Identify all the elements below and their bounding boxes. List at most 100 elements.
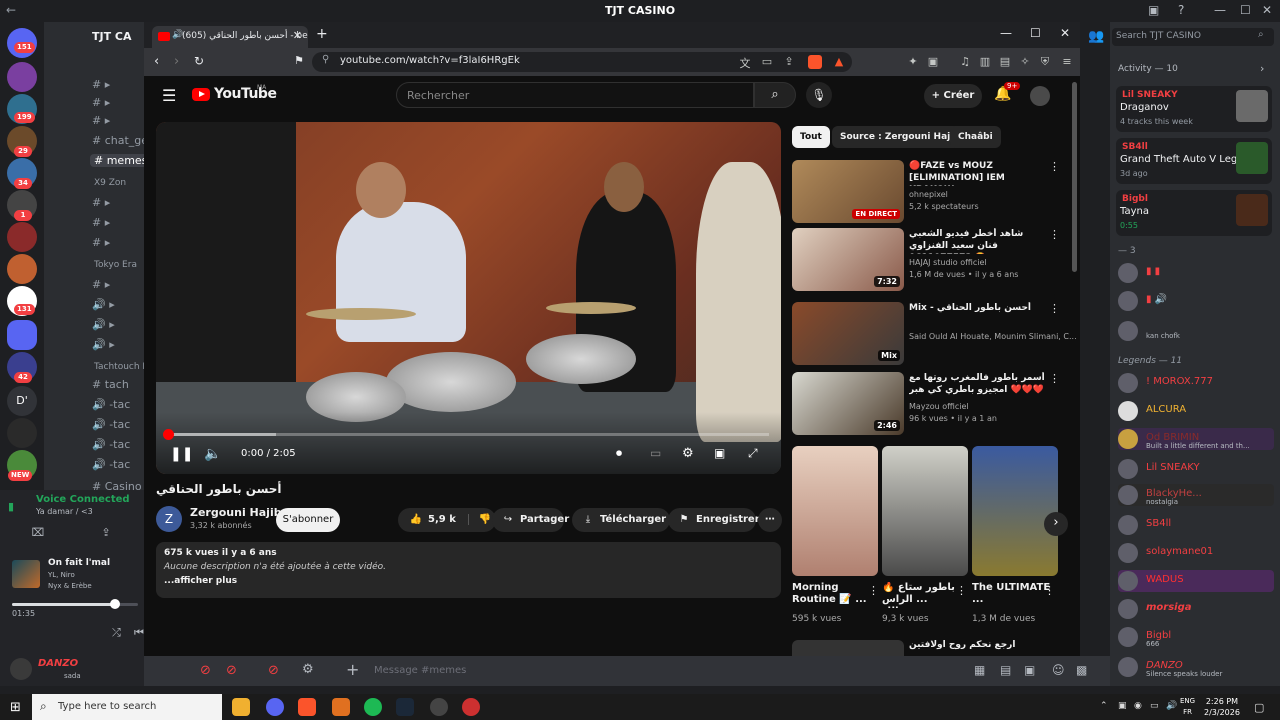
track-album[interactable]: Nyx & Erèbe xyxy=(48,582,92,590)
short-thumbnail[interactable] xyxy=(972,446,1058,576)
wallet-icon[interactable]: ▤ xyxy=(998,55,1012,69)
description-box[interactable]: 675 k vues il y a 6 ans Aucune descripti… xyxy=(156,542,781,598)
channel-item-memes[interactable]: # memes xyxy=(90,154,152,167)
rec-channel[interactable]: ohnepixel xyxy=(909,190,948,199)
autoplay-toggle-icon[interactable]: ⏺ xyxy=(616,446,622,461)
server-icon[interactable] xyxy=(7,62,37,92)
save-button[interactable]: ⚑ Enregistrer xyxy=(668,508,760,532)
server-icon[interactable] xyxy=(7,254,37,284)
channel-item[interactable]: # ▸ xyxy=(92,236,110,249)
cast-icon[interactable]: ▭ xyxy=(760,55,774,69)
settings-gear-icon[interactable]: ⚙ xyxy=(682,446,694,461)
channel-item[interactable]: # ▸ xyxy=(92,278,110,291)
menu-icon[interactable]: ≡ xyxy=(1060,55,1074,69)
brave-rewards-icon[interactable]: ▲ xyxy=(832,55,846,69)
category-label[interactable]: Tokyo Era xyxy=(94,260,137,270)
site-info-icon[interactable]: ⚲ xyxy=(322,54,329,65)
screenshot-icon[interactable]: ▣ xyxy=(926,55,940,69)
music-icon[interactable]: ♫ xyxy=(958,55,972,69)
brave-shields-icon[interactable] xyxy=(808,55,822,69)
avatar[interactable] xyxy=(10,658,32,680)
member-item[interactable]: ▮ 🔊 xyxy=(1118,290,1274,312)
short-thumbnail[interactable] xyxy=(792,446,878,576)
channel-item[interactable]: # ▸ xyxy=(92,114,110,127)
like-button[interactable]: 👍 5,9 k 👎 xyxy=(398,508,496,532)
gif-icon[interactable]: ▤ xyxy=(1000,663,1011,677)
member-item[interactable]: kan chofk xyxy=(1118,320,1274,342)
chip-chaabi[interactable]: Chaâbi xyxy=(950,126,1001,148)
maximize-icon[interactable]: ☐ xyxy=(1240,3,1251,17)
close-window-icon[interactable]: ✕ xyxy=(1060,26,1070,40)
sidebar-icon[interactable]: ▥ xyxy=(978,55,992,69)
gift-icon[interactable]: ▦ xyxy=(974,663,985,677)
server-search-input[interactable]: Search TJT CASINO xyxy=(1112,28,1274,46)
language-indicator[interactable]: ENG FR xyxy=(1180,696,1195,718)
member-item[interactable]: SB4ll xyxy=(1118,514,1274,536)
download-button[interactable]: ⤓ Télécharger xyxy=(572,508,670,532)
channel-item[interactable]: # tach xyxy=(92,378,129,391)
mute-mic-icon[interactable]: ⊘ xyxy=(200,663,211,678)
chip-source[interactable]: Source : Zergouni Hajib xyxy=(832,126,968,148)
previous-icon[interactable]: ⏮ xyxy=(134,626,144,640)
more-vert-icon[interactable]: ⋮ xyxy=(1049,228,1060,241)
minimize-icon[interactable]: — xyxy=(1214,3,1226,17)
member-item[interactable]: Bigbl 666 xyxy=(1118,626,1274,648)
voice-channel[interactable]: 🔊 -tac xyxy=(92,398,130,411)
track-progress[interactable] xyxy=(12,599,138,609)
short-title[interactable]: The ULTIMATE ... xyxy=(972,582,1052,606)
forward-icon[interactable]: › xyxy=(174,54,179,69)
member-item[interactable]: DANZO Silence speaks louder xyxy=(1118,656,1274,678)
help-icon[interactable]: ? xyxy=(1178,3,1184,17)
server-icon[interactable] xyxy=(7,418,37,448)
app-icon[interactable] xyxy=(462,698,480,716)
voice-channel-name[interactable]: Ya damar / <3 xyxy=(36,507,93,516)
notification-center-icon[interactable]: ▢ xyxy=(1254,701,1264,714)
category-label[interactable]: Tachtouch Et xyxy=(94,362,152,372)
settings-gear-icon[interactable]: ⚙ xyxy=(302,662,314,677)
channel-item[interactable]: # ▸ xyxy=(92,216,110,229)
channel-item[interactable]: # chat_ge xyxy=(92,134,148,147)
scrubber-handle[interactable] xyxy=(163,429,174,440)
back-icon[interactable]: ‹ xyxy=(154,54,159,69)
windows-start-icon[interactable]: ⊞ xyxy=(10,700,21,715)
more-actions-icon[interactable]: ⋯ xyxy=(758,508,782,532)
short-title[interactable]: باطور ستاع 🔥 ... الراس سوالك xyxy=(882,582,962,608)
reload-icon[interactable]: ↻ xyxy=(194,54,204,68)
scrollbar[interactable] xyxy=(1072,82,1077,272)
folder-icon[interactable] xyxy=(7,320,37,350)
channel-avatar[interactable]: Z xyxy=(156,506,182,532)
inbox-icon[interactable]: ▣ xyxy=(1148,3,1159,17)
create-button[interactable]: + Créer xyxy=(924,84,982,108)
thumbs-down-icon[interactable]: 👎 xyxy=(467,514,492,525)
account-avatar[interactable] xyxy=(1030,86,1050,106)
member-item[interactable]: Od BRIMIN Built a little different and th… xyxy=(1118,428,1274,450)
more-vert-icon[interactable]: ⋮ xyxy=(1049,160,1060,173)
more-vert-icon[interactable]: ⋮ xyxy=(1049,302,1060,315)
share-icon[interactable]: ⇪ xyxy=(782,55,796,69)
volume-icon[interactable]: 🔈 xyxy=(204,446,221,462)
steam-icon[interactable] xyxy=(396,698,414,716)
tab-youtube[interactable]: 🔊 (605) أحسن باطور الحناقي - be ✕ xyxy=(152,26,308,48)
username[interactable]: DANZO xyxy=(38,658,78,669)
rec-channel[interactable]: Mayzou officiel xyxy=(909,402,969,411)
voice-channel[interactable]: 🔊 ▸ xyxy=(92,338,115,351)
share-button[interactable]: ↪ Partager xyxy=(492,508,569,532)
shorts-next-icon[interactable]: › xyxy=(1044,512,1068,536)
discord-app-icon[interactable] xyxy=(266,698,284,716)
miniplayer-icon[interactable]: ▣ xyxy=(714,446,725,460)
member-item[interactable]: ! MOROX.777 xyxy=(1118,372,1274,394)
voice-channel[interactable]: 🔊 -tac xyxy=(92,458,130,471)
close-icon[interactable]: ✕ xyxy=(1262,3,1272,17)
minimize-icon[interactable]: — xyxy=(1000,26,1012,40)
deafen-icon[interactable]: ⊘ xyxy=(226,663,237,678)
tray-icon[interactable]: ◉ xyxy=(1134,701,1142,711)
chip-all[interactable]: Tout xyxy=(792,126,830,148)
app-icon[interactable] xyxy=(332,698,350,716)
pause-icon[interactable]: ❚❚ xyxy=(170,446,193,462)
bookmark-icon[interactable]: ⚑ xyxy=(294,54,304,67)
track-title[interactable]: On fait l'mal xyxy=(48,558,110,568)
activity-card[interactable]: SB4ll Grand Theft Auto V Legacy 3d ago xyxy=(1116,138,1272,184)
channel-item[interactable]: # ▸ xyxy=(92,78,110,91)
app-icon[interactable] xyxy=(430,698,448,716)
new-tab-icon[interactable]: + xyxy=(316,26,328,42)
